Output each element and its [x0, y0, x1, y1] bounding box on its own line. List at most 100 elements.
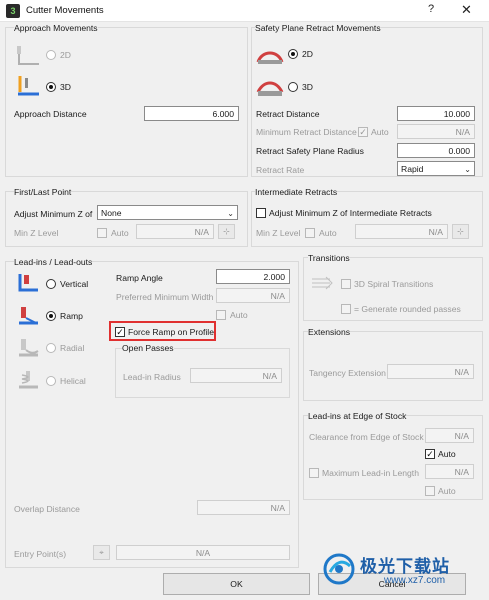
watermark-url: www.xz7.com: [384, 575, 446, 586]
clearance-auto-checkbox[interactable]: ✓: [425, 449, 435, 459]
safety-3d-label: 3D: [302, 82, 313, 92]
adjust-minz-label: Adjust Minimum Z of: [14, 209, 93, 219]
overlap-distance-input[interactable]: N/A: [197, 500, 290, 515]
helical-label: Helical: [60, 376, 86, 386]
help-button[interactable]: ?: [428, 3, 434, 15]
watermark-logo-icon: [323, 553, 355, 585]
min-retract-input[interactable]: N/A: [397, 124, 475, 139]
first-minz-input[interactable]: N/A: [136, 224, 214, 239]
pick-icon[interactable]: ⊹: [452, 224, 469, 239]
watermark: 极光下载站 www.xz7.com: [322, 548, 488, 596]
retract-rate-label: Retract Rate: [256, 165, 305, 175]
adjust-minz-value: None: [101, 208, 122, 218]
vertical-leadin-icon: [18, 274, 38, 292]
max-leadin-input[interactable]: N/A: [425, 464, 474, 479]
ok-button[interactable]: OK: [163, 573, 310, 595]
transitions-title: Transitions: [308, 253, 350, 263]
extensions-title: Extensions: [308, 327, 351, 337]
approach-2d-icon: [17, 46, 39, 65]
min-retract-auto-checkbox[interactable]: ✓: [358, 127, 368, 137]
ramp-angle-label: Ramp Angle: [116, 273, 163, 283]
entry-point-pick-icon[interactable]: ⌖: [93, 545, 110, 560]
vertical-radio[interactable]: [46, 279, 56, 289]
intermediate-minz-input[interactable]: N/A: [355, 224, 448, 239]
entry-points-field[interactable]: N/A: [116, 545, 290, 560]
intermediate-auto-label: Auto: [319, 228, 337, 238]
safety-2d-label: 2D: [302, 49, 313, 59]
helical-leadin-icon: [19, 371, 38, 389]
radial-leadin-icon: [19, 339, 39, 357]
min-retract-auto-label: Auto: [371, 127, 389, 137]
leadins-title: Lead-ins / Lead-outs: [14, 257, 93, 267]
window-title: Cutter Movements: [26, 5, 104, 16]
approach-3d-radio[interactable]: [46, 82, 56, 92]
intermediate-title: Intermediate Retracts: [255, 187, 338, 197]
retract-radius-label: Retract Safety Plane Radius: [256, 146, 364, 156]
pref-width-input[interactable]: N/A: [216, 288, 290, 303]
max-leadin-auto-label: Auto: [438, 486, 456, 496]
helical-radio[interactable]: [46, 376, 56, 386]
safety-3d-radio[interactable]: [288, 82, 298, 92]
chevron-down-icon: ⌄: [464, 165, 471, 174]
edge-stock-title: Lead-ins at Edge of Stock: [308, 411, 407, 421]
safety-3d-icon: [256, 81, 284, 96]
ramp-radio[interactable]: [46, 311, 56, 321]
approach-title: Approach Movements: [14, 23, 98, 33]
intermediate-minz-label: Min Z Level: [256, 228, 301, 238]
ramp-angle-input[interactable]: 2.000: [216, 269, 290, 284]
approach-group: [5, 27, 248, 177]
retract-distance-label: Retract Distance: [256, 109, 320, 119]
approach-3d-icon: [18, 76, 39, 96]
open-passes-title: Open Passes: [122, 343, 174, 353]
rounded-passes-checkbox[interactable]: [341, 304, 351, 314]
intermediate-adjust-label: Adjust Minimum Z of Intermediate Retract…: [269, 208, 432, 218]
pref-width-label: Preferred Minimum Width: [116, 292, 214, 302]
close-button[interactable]: ✕: [461, 2, 472, 18]
ramp-label: Ramp: [60, 311, 83, 321]
intermediate-adjust-checkbox[interactable]: [256, 208, 266, 218]
first-minz-label: Min Z Level: [14, 228, 59, 238]
retract-distance-input[interactable]: 10.000: [397, 106, 475, 121]
watermark-brand: 极光下载站: [360, 557, 450, 576]
overlap-distance-label: Overlap Distance: [14, 504, 80, 514]
pref-width-auto-checkbox[interactable]: [216, 310, 226, 320]
max-leadin-checkbox[interactable]: [309, 468, 319, 478]
max-leadin-auto-checkbox[interactable]: [425, 486, 435, 496]
pref-width-auto-label: Auto: [230, 310, 248, 320]
ramp-leadin-icon: [19, 307, 38, 325]
clearance-label: Clearance from Edge of Stock: [309, 432, 424, 442]
first-minz-auto-checkbox[interactable]: [97, 228, 107, 238]
tangency-extension-label: Tangency Extension: [309, 368, 386, 378]
highlight-box: [109, 321, 216, 341]
approach-2d-label: 2D: [60, 50, 71, 60]
rounded-passes-label: = Generate rounded passes: [354, 304, 461, 314]
safety-title: Safety Plane Retract Movements: [255, 23, 381, 33]
adjust-minz-select[interactable]: None ⌄: [97, 205, 238, 220]
vertical-label: Vertical: [60, 279, 89, 289]
safety-2d-radio[interactable]: [288, 49, 298, 59]
spiral-transition-icon: [312, 276, 333, 290]
pick-icon[interactable]: ⊹: [218, 224, 235, 239]
chevron-down-icon: ⌄: [227, 209, 234, 218]
tangency-extension-input[interactable]: N/A: [387, 364, 474, 379]
radial-radio[interactable]: [46, 343, 56, 353]
clearance-auto-label: Auto: [438, 449, 456, 459]
min-retract-label: Minimum Retract Distance: [256, 127, 357, 137]
intermediate-auto-checkbox[interactable]: [305, 228, 315, 238]
max-leadin-label: Maximum Lead-in Length: [322, 468, 419, 478]
leadin-radius-input[interactable]: N/A: [190, 368, 282, 383]
approach-2d-radio[interactable]: [46, 50, 56, 60]
leadins-group: [5, 261, 299, 568]
approach-distance-label: Approach Distance: [14, 109, 87, 119]
radial-label: Radial: [60, 343, 85, 353]
first-minz-auto-label: Auto: [111, 228, 129, 238]
retract-rate-select[interactable]: Rapid ⌄: [397, 161, 475, 176]
first-last-title: First/Last Point: [14, 187, 72, 197]
safety-2d-icon: [256, 51, 284, 64]
entry-points-label: Entry Point(s): [14, 549, 67, 559]
approach-distance-input[interactable]: 6.000: [144, 106, 239, 121]
app-icon: 3: [6, 4, 20, 18]
clearance-input[interactable]: N/A: [425, 428, 474, 443]
retract-radius-input[interactable]: 0.000: [397, 143, 475, 158]
spiral-transitions-checkbox[interactable]: [341, 279, 351, 289]
